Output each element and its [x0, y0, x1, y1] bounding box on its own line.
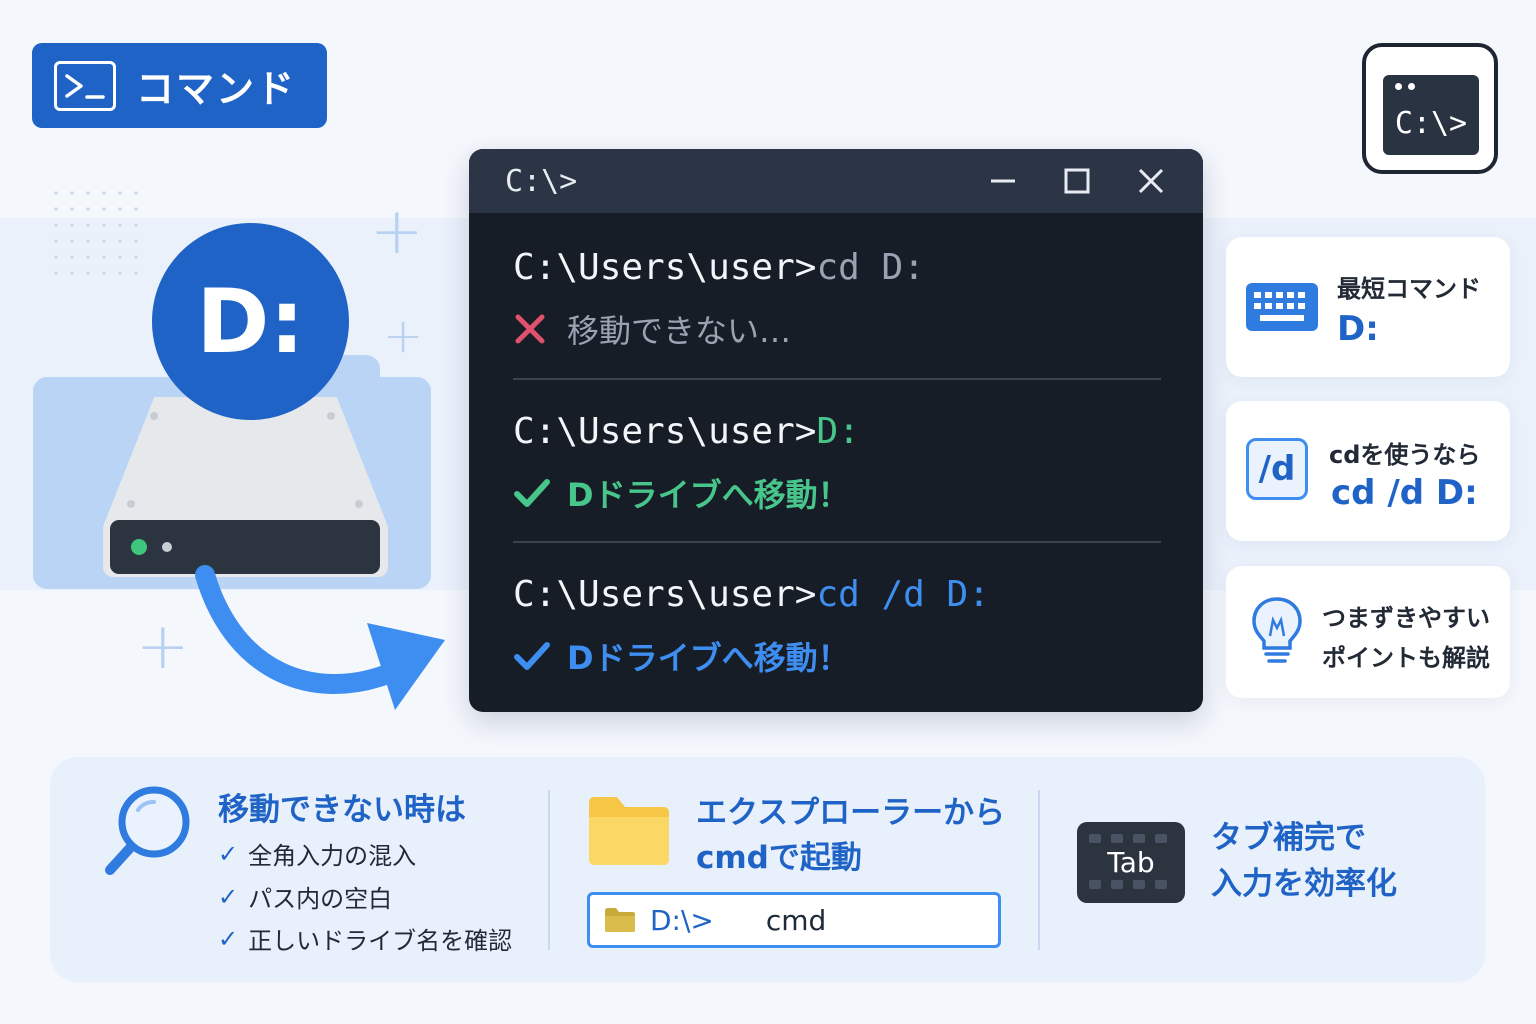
- tip-value: D:: [1337, 309, 1379, 349]
- tip-label: 最短コマンド: [1337, 275, 1481, 303]
- tip-value: cd /d D:: [1331, 473, 1478, 513]
- explorer-title-line1: エクスプローラーから: [696, 795, 1006, 831]
- troubleshoot-item: ✓ 全角入力の混入: [218, 839, 417, 871]
- divider: [548, 790, 550, 950]
- drive-led-icon: [162, 542, 172, 552]
- minimize-icon: [991, 179, 1015, 183]
- drive-screw: [355, 500, 363, 508]
- check-icon: [513, 477, 553, 509]
- window-controls: [981, 165, 1173, 197]
- folder-icon: [587, 795, 671, 871]
- prompt-tile-dots: [1395, 83, 1415, 90]
- dot-grid-decoration: [48, 185, 138, 280]
- drive-led-icon: [131, 539, 147, 555]
- plus-decoration: +: [136, 610, 190, 684]
- tip-label: cdを使うなら: [1329, 441, 1481, 469]
- terminal-command-line: C:\Users\user>cd D:: [513, 247, 925, 288]
- terminal-command-line: C:\Users\user>cd /d D:: [513, 574, 990, 615]
- tab-title-line2: 入力を効率化: [1211, 866, 1397, 902]
- check-icon: ✓: [218, 839, 239, 868]
- tip-card-shortest: 最短コマンド D:: [1226, 237, 1510, 377]
- terminal-result: 移動できない…: [513, 306, 925, 352]
- tab-key-label: Tab: [1107, 846, 1155, 879]
- tip-label-line2: ポイントも解説: [1322, 644, 1490, 672]
- terminal-block-drive: C:\Users\user>D: Dドライブへ移動！: [513, 411, 860, 516]
- slash-d-icon: /d: [1246, 438, 1308, 500]
- lightbulb-icon: [1251, 596, 1303, 674]
- check-icon: ✓: [218, 882, 239, 911]
- maximize-button[interactable]: [1055, 165, 1099, 197]
- check-icon: ✓: [218, 924, 239, 953]
- badge-label: コマンド: [136, 67, 297, 111]
- terminal-block-cd-d: C:\Users\user>cd /d D: Dドライブへ移動！: [513, 574, 990, 679]
- terminal-block-cd: C:\Users\user>cd D: 移動できない…: [513, 247, 925, 352]
- terminal-result: Dドライブへ移動！: [513, 633, 990, 679]
- fail-x-icon: [513, 312, 553, 346]
- command-badge: コマンド: [32, 43, 327, 128]
- tab-key-icon: Tab: [1077, 822, 1185, 903]
- divider: [1038, 790, 1040, 950]
- terminal-title: C:\>: [505, 163, 578, 199]
- check-icon: [513, 640, 553, 672]
- terminal-result: Dドライブへ移動！: [513, 470, 860, 516]
- plus-decoration: +: [370, 195, 424, 269]
- folder-icon: [605, 908, 635, 932]
- drive-screw: [150, 412, 158, 420]
- explorer-title-line2: cmdで起動: [696, 840, 862, 876]
- address-prompt: D:\>: [650, 903, 714, 937]
- troubleshoot-title: 移動できない時は: [218, 792, 466, 828]
- plus-decoration: +: [383, 308, 424, 364]
- curved-arrow-icon: [195, 565, 445, 710]
- troubleshoot-item: ✓ パス内の空白: [218, 882, 393, 914]
- tip-card-pitfalls: つまずきやすい ポイントも解説: [1226, 566, 1510, 698]
- maximize-icon: [1064, 168, 1090, 194]
- prompt-tile-screen: C:\>: [1383, 75, 1479, 155]
- terminal-command-line: C:\Users\user>D:: [513, 411, 860, 452]
- close-button[interactable]: [1129, 165, 1173, 197]
- drive-letter-badge: D:: [152, 223, 349, 420]
- prompt-tile-text: C:\>: [1394, 106, 1468, 141]
- minimize-button[interactable]: [981, 165, 1025, 197]
- terminal-icon: [54, 60, 116, 111]
- magnifier-icon: [102, 780, 198, 882]
- tab-title-line1: タブ補完で: [1211, 820, 1366, 856]
- drive-screw: [127, 500, 135, 508]
- terminal-divider: [513, 541, 1161, 543]
- address-command: cmd: [765, 903, 827, 937]
- terminal-window: C:\> C:\Users\user>cd D: 移動できない… C:\User…: [469, 149, 1203, 712]
- keyboard-icon: [1246, 283, 1318, 335]
- tip-label-line1: つまずきやすい: [1322, 604, 1490, 632]
- close-icon: [1138, 168, 1164, 194]
- explorer-address-bar[interactable]: D:\> cmd: [587, 892, 1001, 948]
- terminal-divider: [513, 378, 1161, 380]
- tip-card-cd: /d cdを使うなら cd /d D:: [1226, 401, 1510, 541]
- drive-screw: [327, 412, 335, 420]
- command-prompt-icon: C:\>: [1362, 43, 1498, 174]
- troubleshoot-item: ✓ 正しいドライブ名を確認: [218, 924, 513, 956]
